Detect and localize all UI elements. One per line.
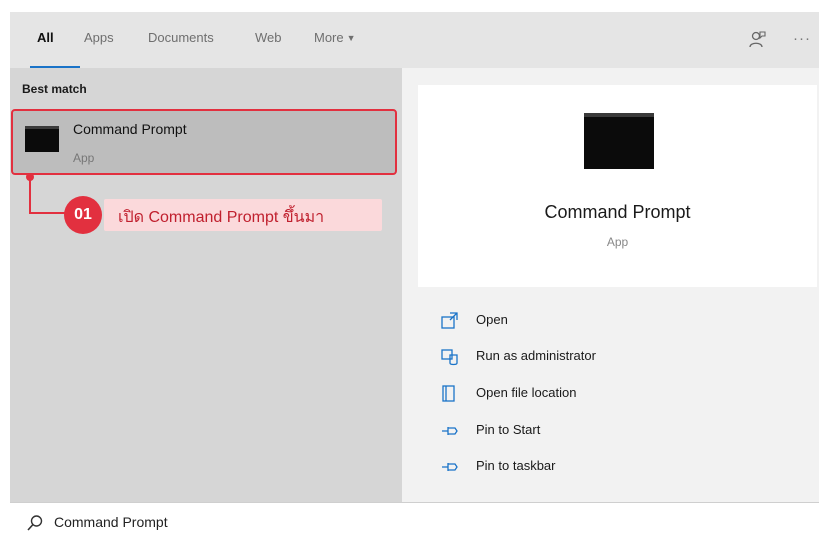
open-icon (441, 312, 458, 329)
file-location-icon (442, 385, 455, 402)
action-open-file-location-label: Open file location (476, 385, 577, 400)
shield-run-icon (441, 349, 458, 366)
best-match-heading: Best match (22, 82, 87, 96)
search-bar[interactable]: Command Prompt (10, 502, 819, 542)
windows-search-window: All Apps Documents Web More ▼ ··· Best ma… (0, 0, 819, 542)
tab-documents[interactable]: Documents (148, 30, 214, 45)
pin-icon (442, 463, 458, 471)
tab-more[interactable]: More ▼ (314, 30, 356, 45)
action-pin-to-taskbar-label: Pin to taskbar (476, 458, 556, 473)
preview-actions: Open Run as administrator Open file loca… (418, 290, 817, 502)
result-title: Command Prompt (73, 121, 187, 137)
preview-app-title: Command Prompt (544, 202, 691, 222)
action-pin-to-start[interactable]: Pin to Start (440, 419, 740, 443)
result-subtitle: App (73, 151, 95, 165)
action-open-label: Open (476, 312, 508, 327)
results-panel: Best match Command Prompt App (10, 68, 402, 502)
command-prompt-result[interactable]: Command Prompt App (11, 109, 397, 175)
more-options-icon[interactable]: ··· (793, 30, 811, 47)
tab-more-label: More (314, 30, 344, 45)
search-icon (27, 515, 43, 531)
action-run-as-administrator-label: Run as administrator (476, 348, 596, 363)
pin-icon (442, 427, 458, 435)
preview-app-subtitle: App (606, 235, 629, 249)
action-pin-to-taskbar[interactable]: Pin to taskbar (440, 455, 740, 479)
search-tab-bar: All Apps Documents Web More ▼ ··· (10, 12, 819, 69)
action-open[interactable]: Open (440, 309, 740, 333)
command-prompt-large-icon (584, 113, 654, 169)
search-input[interactable]: Command Prompt (54, 514, 168, 530)
chevron-down-icon: ▼ (346, 33, 356, 43)
feedback-icon[interactable] (747, 30, 767, 50)
tab-apps[interactable]: Apps (84, 30, 114, 45)
action-run-as-administrator[interactable]: Run as administrator (440, 345, 740, 369)
tab-all[interactable]: All (37, 30, 54, 45)
annotation-connector-horizontal (29, 212, 69, 214)
annotation-connector-vertical (29, 176, 31, 214)
annotation-text: เปิด Command Prompt ขึ้นมา (118, 209, 325, 226)
action-pin-to-start-label: Pin to Start (476, 422, 541, 437)
command-prompt-icon (25, 126, 59, 152)
annotation-step-badge: 01 (64, 196, 102, 234)
action-open-file-location[interactable]: Open file location (440, 382, 740, 406)
tab-web[interactable]: Web (255, 30, 282, 45)
